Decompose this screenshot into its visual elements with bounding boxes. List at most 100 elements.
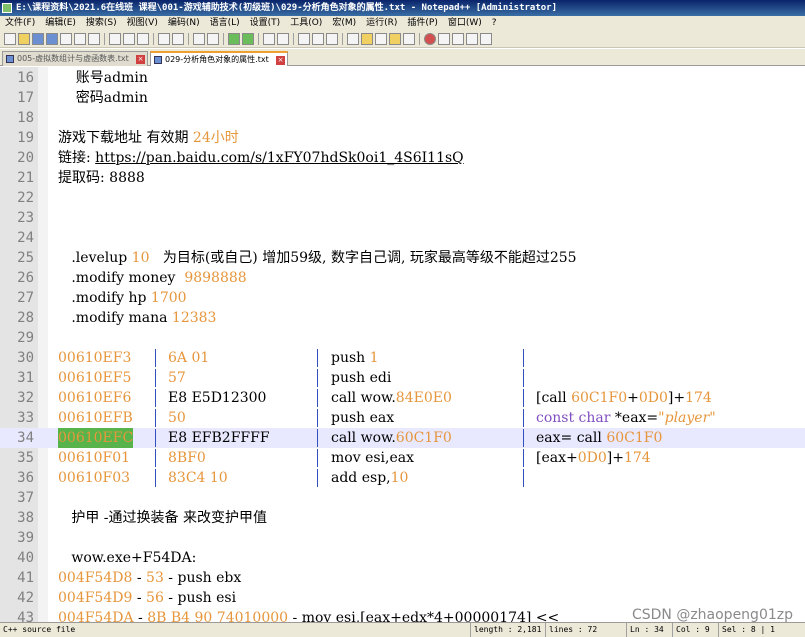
bytes: 53 bbox=[146, 570, 164, 586]
asm-instruction: push edi bbox=[331, 370, 392, 386]
menu-view[interactable]: 视图(V) bbox=[122, 16, 163, 30]
editor-line: 39 bbox=[0, 528, 805, 548]
zoom-out-icon[interactable] bbox=[242, 33, 254, 45]
asm-instruction: call wow.60C1F0 bbox=[331, 428, 452, 448]
tab-label: 029-分析角色对象的属性.txt bbox=[165, 55, 269, 64]
menu-run[interactable]: 运行(R) bbox=[361, 16, 402, 30]
menu-edit[interactable]: 编辑(E) bbox=[40, 16, 81, 30]
close-all-icon[interactable] bbox=[74, 33, 86, 45]
sync-vertical-icon[interactable] bbox=[263, 33, 275, 45]
column-divider bbox=[523, 389, 524, 407]
editor-line: 28 .modify mana 12383 bbox=[0, 308, 805, 328]
editor-line: 42 004F54D9 - 56 - push esi bbox=[0, 588, 805, 608]
column-divider bbox=[523, 469, 524, 487]
undo-icon[interactable] bbox=[158, 33, 170, 45]
word-wrap-icon[interactable] bbox=[298, 33, 310, 45]
editor-line: 41 004F54D8 - 53 - push ebx bbox=[0, 568, 805, 588]
paste-icon[interactable] bbox=[137, 33, 149, 45]
line-number: 29 bbox=[17, 330, 34, 346]
line-number: 33 bbox=[17, 410, 34, 426]
menu-encoding[interactable]: 编码(N) bbox=[163, 16, 205, 30]
instruction: - push ebx bbox=[163, 570, 242, 586]
asm-instruction: push 1 bbox=[331, 348, 379, 368]
find-icon[interactable] bbox=[193, 33, 205, 45]
doc-map-icon[interactable] bbox=[361, 33, 373, 45]
tab-029[interactable]: 029-分析角色对象的属性.txt × bbox=[150, 51, 288, 66]
toolbar-separator bbox=[258, 33, 259, 45]
menu-window[interactable]: 窗口(W) bbox=[443, 16, 487, 30]
close-icon[interactable] bbox=[60, 33, 72, 45]
close-tab-icon[interactable]: × bbox=[136, 55, 145, 64]
cut-icon[interactable] bbox=[109, 33, 121, 45]
line-number: 22 bbox=[17, 190, 34, 206]
line-text: 提取码: 8888 bbox=[58, 170, 145, 186]
menu-language[interactable]: 语言(L) bbox=[205, 16, 245, 30]
asm-comment: eax= call 60C1F0 bbox=[536, 430, 663, 446]
sync-horizontal-icon[interactable] bbox=[277, 33, 289, 45]
menu-plugins[interactable]: 插件(P) bbox=[402, 16, 442, 30]
line-number: 37 bbox=[17, 490, 34, 506]
menu-search[interactable]: 搜索(S) bbox=[81, 16, 122, 30]
bytes: 56 bbox=[146, 590, 164, 606]
menu-macro[interactable]: 宏(M) bbox=[327, 16, 361, 30]
menu-file[interactable]: 文件(F) bbox=[0, 16, 40, 30]
menu-settings[interactable]: 设置(T) bbox=[245, 16, 286, 30]
function-list-icon[interactable] bbox=[375, 33, 387, 45]
asm-bytes: 83C4 10 bbox=[168, 470, 228, 486]
editor-line: 16 账号admin bbox=[0, 68, 805, 88]
menu-help[interactable]: ? bbox=[487, 16, 502, 30]
all-chars-icon[interactable] bbox=[312, 33, 324, 45]
text: 游戏下载地址 有效期 bbox=[58, 130, 193, 146]
line-text: 004F54D9 - 56 - push esi bbox=[58, 588, 236, 608]
operand: 10 bbox=[390, 470, 409, 486]
file-icon bbox=[6, 55, 14, 63]
editor-line: 38 护甲 -通过换装备 来改变护甲值 bbox=[0, 508, 805, 528]
redo-icon[interactable] bbox=[172, 33, 184, 45]
indent-guide-icon[interactable] bbox=[326, 33, 338, 45]
asm-address: 00610EF3 bbox=[58, 350, 132, 366]
column-divider bbox=[317, 469, 318, 487]
column-divider bbox=[523, 369, 524, 387]
toolbar-separator bbox=[188, 33, 189, 45]
zoom-in-icon[interactable] bbox=[228, 33, 240, 45]
open-file-icon[interactable] bbox=[18, 33, 30, 45]
save-macro-icon[interactable] bbox=[480, 33, 492, 45]
save-icon[interactable] bbox=[32, 33, 44, 45]
line-number: 21 bbox=[17, 170, 34, 186]
close-tab-icon[interactable]: × bbox=[276, 56, 285, 65]
print-icon[interactable] bbox=[88, 33, 100, 45]
replace-icon[interactable] bbox=[207, 33, 219, 45]
line-text: 游戏下载地址 有效期 24小时 bbox=[58, 128, 239, 148]
window-title: E:\课程资料\2021.6在线班 课程\001-游戏辅助技术(初级班)\029… bbox=[16, 3, 558, 13]
asm-bytes: 8BF0 bbox=[168, 450, 206, 466]
line-number: 30 bbox=[17, 350, 34, 366]
asm-address: 00610EF6 bbox=[58, 390, 132, 406]
line-number: 31 bbox=[17, 370, 34, 386]
tab-005[interactable]: 005-虚拟数组计与虚函数表.txt × bbox=[2, 51, 148, 66]
asm-address: 00610F03 bbox=[58, 470, 131, 486]
editor[interactable]: 16 账号admin 17 密码admin 18 19 游戏下载地址 有效期 2… bbox=[0, 67, 805, 622]
folder-workspace-icon[interactable] bbox=[389, 33, 401, 45]
user-lang-icon[interactable] bbox=[347, 33, 359, 45]
save-all-icon[interactable] bbox=[46, 33, 58, 45]
record-macro-icon[interactable] bbox=[424, 33, 436, 45]
copy-icon[interactable] bbox=[123, 33, 135, 45]
status-length: length : 2,181 bbox=[470, 623, 541, 637]
column-divider bbox=[155, 349, 156, 367]
new-file-icon[interactable] bbox=[4, 33, 16, 45]
monitoring-icon[interactable] bbox=[403, 33, 415, 45]
menu-tools[interactable]: 工具(O) bbox=[285, 16, 327, 30]
play-macro-icon[interactable] bbox=[452, 33, 464, 45]
text: 链接: bbox=[58, 150, 96, 166]
download-link[interactable]: https://pan.baidu.com/s/1xFY07hdSk0oi1_4… bbox=[95, 150, 463, 166]
editor-line: 24 bbox=[0, 228, 805, 248]
asm-bytes: 6A 01 bbox=[168, 350, 210, 366]
line-text: 004F54D8 - 53 - push ebx bbox=[58, 568, 241, 588]
stop-macro-icon[interactable] bbox=[438, 33, 450, 45]
line-text: .modify money 9898888 bbox=[58, 268, 246, 288]
address: 004F54D8 bbox=[58, 570, 133, 586]
run-macro-multiple-icon[interactable] bbox=[466, 33, 478, 45]
column-divider bbox=[317, 429, 318, 447]
asm-address-selected: 00610EFC bbox=[58, 428, 134, 448]
column-divider bbox=[155, 449, 156, 467]
